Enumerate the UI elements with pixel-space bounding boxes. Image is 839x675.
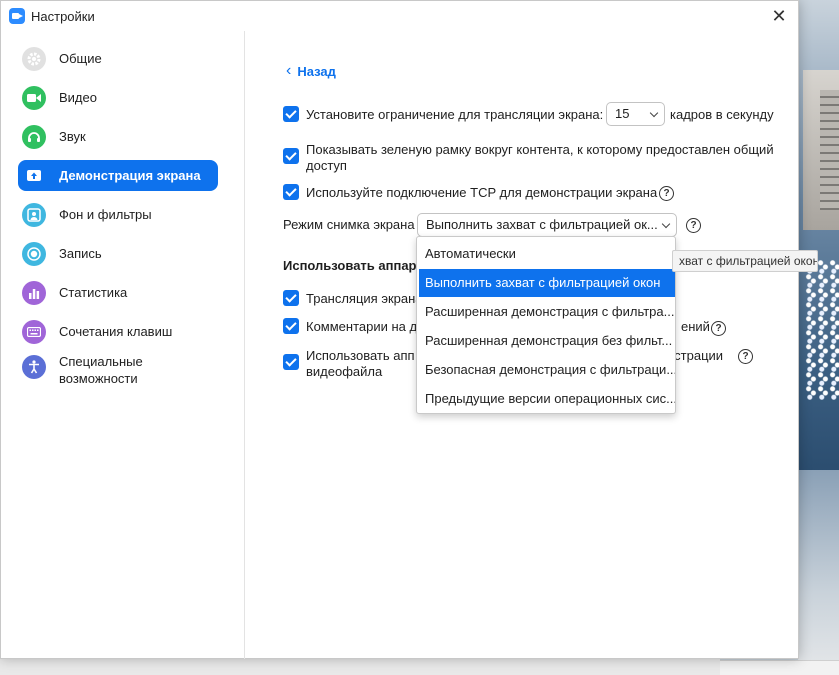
- dropdown-option[interactable]: Расширенная демонстрация без фильт...: [419, 327, 675, 355]
- settings-window: Настройки ✕ Общие Видео Звук Демонстраци…: [0, 0, 799, 659]
- sidebar-item-label: Видео: [59, 90, 97, 105]
- sidebar-item-recording[interactable]: Запись: [18, 238, 218, 269]
- hw-video-share-label-line1: Использовать апп: [306, 348, 415, 363]
- sidebar-item-label: Запись: [59, 246, 102, 261]
- title-bar: Настройки ✕: [1, 1, 798, 31]
- tcp-label: Используйте подключение TCP для демонстр…: [306, 185, 658, 200]
- settings-sidebar: Общие Видео Звук Демонстрация экрана Фон…: [1, 31, 245, 659]
- sidebar-item-statistics[interactable]: Статистика: [18, 277, 218, 308]
- tooltip: хват с фильтрацией окон: [672, 250, 818, 272]
- sidebar-item-label: Общие: [59, 51, 102, 66]
- hw-annotations-label-suffix: ений: [681, 319, 710, 334]
- help-icon[interactable]: ?: [711, 321, 726, 336]
- sidebar-item-label: Звук: [59, 129, 86, 144]
- hw-screen-share-label: Трансляция экрана: [306, 291, 423, 306]
- limit-fps-checkbox[interactable]: [283, 106, 299, 122]
- sidebar-item-screen-share[interactable]: Демонстрация экрана: [18, 160, 218, 191]
- sidebar-item-label: Демонстрация экрана: [59, 168, 201, 183]
- limit-fps-label: Установите ограничение для трансляции эк…: [306, 107, 604, 122]
- back-link[interactable]: ‹ Назад: [286, 62, 336, 80]
- dropdown-option[interactable]: Расширенная демонстрация с фильтра...: [419, 298, 675, 326]
- capture-mode-dropdown-list: Автоматически Выполнить захват с фильтра…: [416, 236, 676, 414]
- hw-annotations-checkbox[interactable]: [283, 318, 299, 334]
- chevron-left-icon: ‹: [286, 62, 292, 79]
- accessibility-icon: [22, 355, 46, 379]
- hw-screen-share-checkbox[interactable]: [283, 290, 299, 306]
- sidebar-item-video[interactable]: Видео: [18, 82, 218, 113]
- sidebar-item-background-filters[interactable]: Фон и фильтры: [18, 199, 218, 230]
- green-border-label-line2: доступ: [306, 158, 347, 173]
- capture-mode-select[interactable]: Выполнить захват с фильтрацией ок...: [417, 213, 677, 237]
- hw-video-share-label-line2: видеофайла: [306, 364, 383, 379]
- close-button[interactable]: ✕: [768, 5, 790, 27]
- help-icon[interactable]: ?: [738, 349, 753, 364]
- dropdown-option[interactable]: Автоматически: [419, 240, 675, 268]
- hw-annotations-label: Комментарии на д: [306, 319, 418, 334]
- sidebar-item-keyboard-shortcuts[interactable]: Сочетания клавиш: [18, 316, 218, 347]
- sidebar-item-label: Фон и фильтры: [59, 207, 152, 222]
- green-border-checkbox[interactable]: [283, 148, 299, 164]
- hw-video-share-checkbox[interactable]: [283, 354, 299, 370]
- sidebar-item-label-line2: возможности: [59, 371, 138, 386]
- green-border-label-line1: Показывать зеленую рамку вокруг контента…: [306, 142, 774, 157]
- fps-select[interactable]: 15: [606, 102, 665, 126]
- fps-select-value: 15: [615, 106, 630, 121]
- dropdown-option[interactable]: Безопасная демонстрация с фильтраци...: [419, 356, 675, 384]
- sidebar-item-label-line1: Специальные: [59, 354, 143, 369]
- chevron-down-icon: [661, 219, 671, 229]
- headphones-icon: [22, 124, 46, 149]
- window-title: Настройки: [31, 8, 95, 24]
- gear-icon: [22, 46, 46, 71]
- tcp-checkbox[interactable]: [283, 184, 299, 200]
- share-screen-icon: [22, 164, 46, 188]
- video-camera-icon: [22, 85, 46, 110]
- background-window-edge: [720, 660, 839, 675]
- zoom-app-icon: [9, 8, 25, 24]
- help-icon[interactable]: ?: [659, 186, 674, 201]
- sidebar-item-label: Статистика: [59, 285, 128, 300]
- keyboard-icon: [22, 319, 46, 344]
- sidebar-item-accessibility[interactable]: Специальные возможности: [18, 353, 218, 393]
- sidebar-item-general[interactable]: Общие: [18, 43, 218, 74]
- background-person-icon: [22, 202, 46, 227]
- capture-mode-value: Выполнить захват с фильтрацией ок...: [426, 217, 658, 232]
- sidebar-item-audio[interactable]: Звук: [18, 121, 218, 152]
- record-icon: [22, 241, 46, 266]
- help-icon[interactable]: ?: [686, 218, 701, 233]
- back-label: Назад: [297, 63, 336, 79]
- dropdown-option[interactable]: Предыдущие версии операционных сис...: [419, 385, 675, 413]
- statistics-icon: [22, 280, 46, 305]
- capture-mode-label: Режим снимка экрана: [283, 217, 415, 232]
- sidebar-item-label: Сочетания клавиш: [59, 324, 173, 339]
- fps-suffix-label: кадров в секунду: [670, 107, 774, 122]
- dropdown-option-selected[interactable]: Выполнить захват с фильтрацией окон: [419, 269, 675, 297]
- chevron-down-icon: [649, 108, 659, 118]
- hw-section-title: Использовать аппар: [283, 258, 417, 273]
